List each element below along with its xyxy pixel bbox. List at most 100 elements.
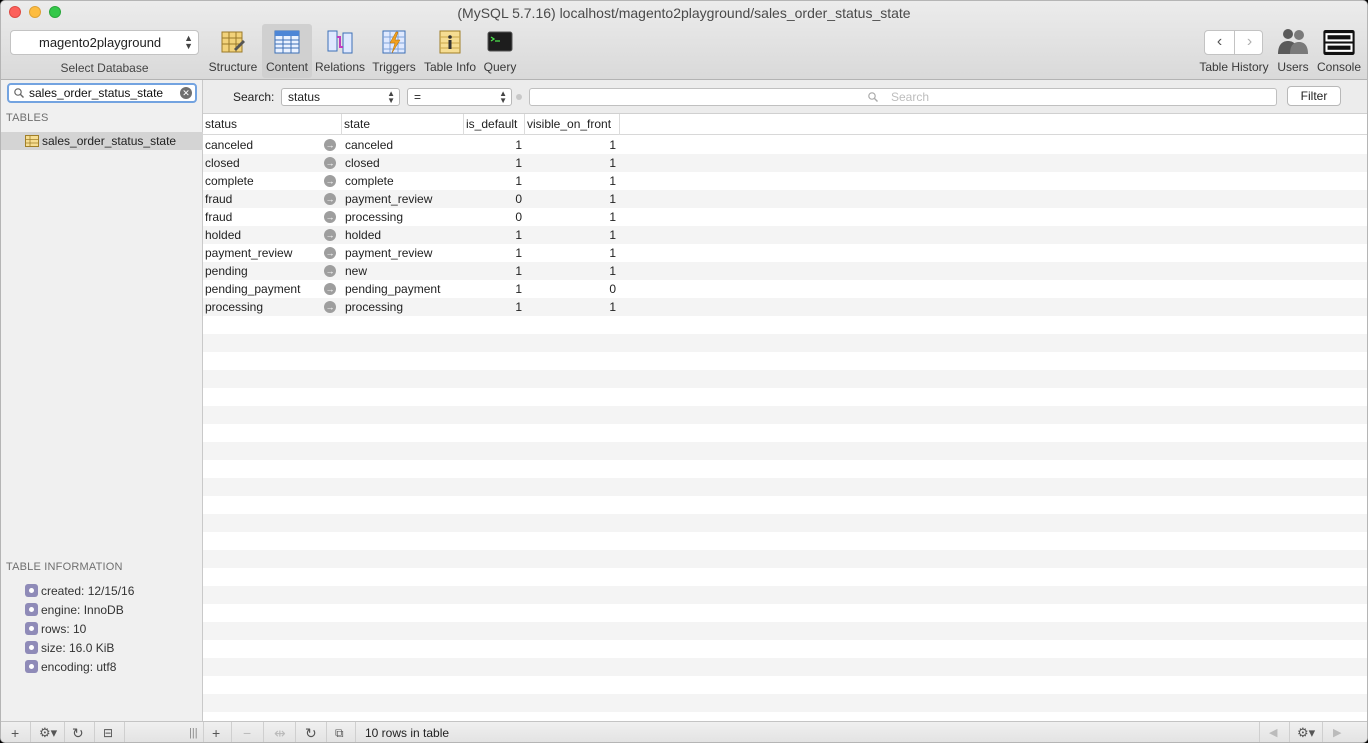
filter-button[interactable]: Filter [1287, 86, 1341, 106]
next-page-icon[interactable]: ▶ [1333, 725, 1341, 741]
cell-visible-on-front[interactable]: 0 [525, 280, 616, 298]
column-header-is-default[interactable]: is_default [464, 114, 525, 135]
foreign-key-arrow-icon[interactable]: → [324, 175, 336, 187]
cell-state[interactable]: closed [345, 154, 380, 172]
cell-visible-on-front[interactable]: 1 [525, 136, 616, 154]
cell-is-default[interactable]: 0 [465, 208, 522, 226]
cell-is-default[interactable]: 0 [465, 190, 522, 208]
table-history-button[interactable]: Table History [1197, 57, 1271, 77]
database-select[interactable]: magento2playground ▲ ▼ [10, 30, 199, 55]
column-header-status[interactable]: status [203, 114, 342, 135]
previous-page-icon[interactable]: ◀ [1269, 725, 1277, 741]
table-row[interactable]: canceled → canceled 1 1 [203, 136, 823, 154]
cell-state[interactable]: processing [345, 298, 403, 316]
cell-is-default[interactable]: 1 [465, 280, 522, 298]
relations-button[interactable]: Relations [314, 24, 366, 78]
cell-is-default[interactable]: 1 [465, 136, 522, 154]
cell-state[interactable]: payment_review [345, 244, 432, 262]
cell-state[interactable]: new [345, 262, 367, 280]
cell-visible-on-front[interactable]: 1 [525, 262, 616, 280]
content-button[interactable]: Content [262, 24, 312, 78]
cell-visible-on-front[interactable]: 1 [525, 190, 616, 208]
cell-state[interactable]: holded [345, 226, 381, 244]
cell-visible-on-front[interactable]: 1 [525, 172, 616, 190]
cell-visible-on-front[interactable]: 1 [525, 154, 616, 172]
divider [94, 722, 95, 742]
cell-visible-on-front[interactable]: 1 [525, 208, 616, 226]
cell-status[interactable]: processing [205, 298, 263, 316]
filter-search-input[interactable]: Search [529, 88, 1277, 106]
foreign-key-arrow-icon[interactable]: → [324, 211, 336, 223]
pagination-icon[interactable]: ⧉ [335, 725, 344, 741]
cell-state[interactable]: pending_payment [345, 280, 440, 298]
cell-status[interactable]: fraud [205, 190, 232, 208]
column-header-state[interactable]: state [342, 114, 464, 135]
cell-state[interactable]: canceled [345, 136, 393, 154]
foreign-key-arrow-icon[interactable]: → [324, 265, 336, 277]
table-row[interactable]: closed → closed 1 1 [203, 154, 823, 172]
console-button[interactable]: Console [1315, 24, 1363, 78]
cell-status[interactable]: fraud [205, 208, 232, 226]
cell-state[interactable]: complete [345, 172, 394, 190]
cell-status[interactable]: closed [205, 154, 240, 172]
table-row[interactable]: complete → complete 1 1 [203, 172, 823, 190]
cell-is-default[interactable]: 1 [465, 172, 522, 190]
cell-status[interactable]: pending_payment [205, 280, 300, 298]
remove-row-icon[interactable]: − [243, 725, 251, 741]
table-row[interactable]: fraud → processing 0 1 [203, 208, 823, 226]
back-chevron-icon[interactable]: ‹ [1205, 33, 1234, 51]
cell-state[interactable]: payment_review [345, 190, 432, 208]
cell-visible-on-front[interactable]: 1 [525, 226, 616, 244]
cell-is-default[interactable]: 1 [465, 244, 522, 262]
table-row[interactable]: payment_review → payment_review 1 1 [203, 244, 823, 262]
add-table-icon[interactable]: + [11, 725, 19, 741]
triggers-button[interactable]: Triggers [368, 24, 420, 78]
cell-is-default[interactable]: 1 [465, 298, 522, 316]
query-label: Query [483, 60, 517, 74]
clear-search-icon[interactable]: ✕ [180, 87, 192, 99]
filter-toggle-icon[interactable]: ⊟ [103, 725, 113, 741]
foreign-key-arrow-icon[interactable]: → [324, 139, 336, 151]
refresh-content-icon[interactable]: ↻ [305, 725, 317, 741]
forward-chevron-icon[interactable]: › [1235, 33, 1264, 51]
gear-menu-icon[interactable]: ⚙▾ [39, 725, 57, 741]
table-row[interactable]: pending → new 1 1 [203, 262, 823, 280]
table-name-label: sales_order_status_state [42, 134, 177, 148]
foreign-key-arrow-icon[interactable]: → [324, 229, 336, 241]
cell-visible-on-front[interactable]: 1 [525, 298, 616, 316]
cell-is-default[interactable]: 1 [465, 226, 522, 244]
cell-status[interactable]: pending [205, 262, 248, 280]
table-row[interactable]: pending_payment → pending_payment 1 0 [203, 280, 823, 298]
info-engine-text: engine: InnoDB [41, 603, 124, 617]
add-row-icon[interactable]: + [212, 725, 220, 741]
cell-status[interactable]: complete [205, 172, 254, 190]
users-button[interactable]: Users [1274, 24, 1312, 78]
table-filter-input[interactable]: sales_order_status_state ✕ [7, 83, 197, 103]
foreign-key-arrow-icon[interactable]: → [324, 247, 336, 259]
table-row[interactable]: processing → processing 1 1 [203, 298, 823, 316]
structure-button[interactable]: Structure [206, 24, 260, 78]
filter-field-select[interactable]: status ▲ ▼ [281, 88, 400, 106]
cell-status[interactable]: payment_review [205, 244, 292, 262]
cell-status[interactable]: holded [205, 226, 241, 244]
filter-operator-select[interactable]: = ▲ ▼ [407, 88, 512, 106]
query-button[interactable]: Query [480, 24, 520, 78]
foreign-key-arrow-icon[interactable]: → [324, 157, 336, 169]
resize-handle-icon[interactable]: ||| [189, 725, 198, 741]
gear-menu-icon[interactable]: ⚙▾ [1297, 725, 1315, 741]
refresh-tables-icon[interactable]: ↻ [72, 725, 84, 741]
sidebar-item-sales-order-status-state[interactable]: sales_order_status_state [1, 132, 203, 150]
cell-state[interactable]: processing [345, 208, 403, 226]
foreign-key-arrow-icon[interactable]: → [324, 193, 336, 205]
duplicate-row-icon[interactable]: ⇹ [274, 725, 286, 741]
foreign-key-arrow-icon[interactable]: → [324, 283, 336, 295]
cell-is-default[interactable]: 1 [465, 154, 522, 172]
cell-is-default[interactable]: 1 [465, 262, 522, 280]
column-header-visible-on-front[interactable]: visible_on_front [525, 114, 620, 135]
table-info-button[interactable]: Table Info [422, 24, 478, 78]
cell-visible-on-front[interactable]: 1 [525, 244, 616, 262]
cell-status[interactable]: canceled [205, 136, 253, 154]
table-row[interactable]: fraud → payment_review 0 1 [203, 190, 823, 208]
foreign-key-arrow-icon[interactable]: → [324, 301, 336, 313]
table-row[interactable]: holded → holded 1 1 [203, 226, 823, 244]
